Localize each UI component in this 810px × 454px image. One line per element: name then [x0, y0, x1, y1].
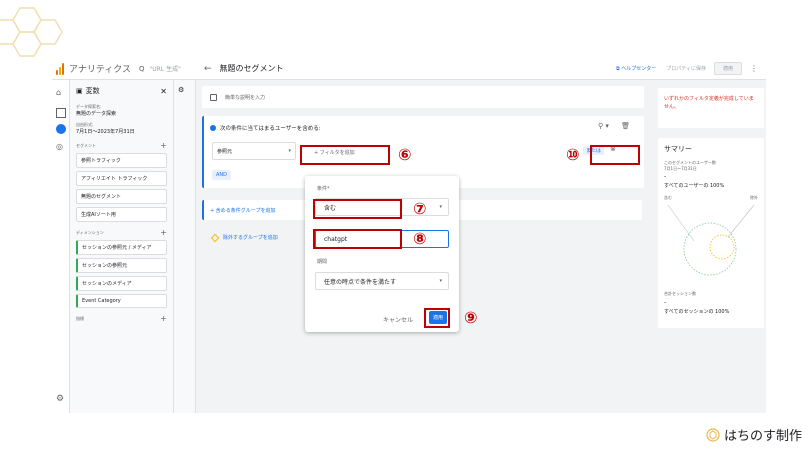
page: アナリティクス Q "URL 生成" ⌂ ◎ ⚙ ▣ 変数 ✕ データ探索名: …: [0, 0, 810, 454]
annotation-box-add-filter: [300, 145, 390, 165]
description-icon: [210, 93, 217, 101]
exclude-group-button[interactable]: 除外するグループを追加: [210, 233, 278, 242]
data-source-value[interactable]: 無題のデータ探索: [76, 110, 167, 117]
app-header: アナリティクス Q "URL 生成": [52, 58, 202, 80]
tab-settings-icon[interactable]: ⚙: [178, 86, 184, 94]
chevron-down-icon: ▾: [439, 278, 442, 284]
summary-title: サマリー: [664, 145, 692, 153]
dimension-chip[interactable]: Event Category: [76, 294, 167, 308]
period-label: 期間: [317, 259, 328, 265]
reports-icon[interactable]: [56, 108, 66, 118]
footer-brand: はちのす制作: [706, 425, 802, 444]
dimension-chip[interactable]: セッションの参照元: [76, 258, 167, 273]
annotation-number-6: ⑥: [398, 145, 412, 164]
annotation-box-or: [590, 145, 640, 165]
condition-dot-icon: [210, 125, 216, 131]
search-icon[interactable]: Q: [139, 65, 145, 73]
segment-editor: ← 無題のセグメント ⧉ ヘルプセンター プロパティに保存 適用 ⋮ 簡単な説明…: [196, 58, 766, 413]
add-dimension-button[interactable]: +: [160, 228, 167, 237]
dimensions-label: ディメンション: [76, 229, 104, 235]
venn-pointer-left: [667, 205, 695, 242]
segment-chip[interactable]: アフィリエイト トラフィック: [76, 171, 167, 186]
dimension-chip[interactable]: セッションの参照元 / メディア: [76, 240, 167, 255]
honeycomb-icon: [0, 7, 63, 57]
honeycomb-logo-icon: [706, 427, 720, 442]
summary-card: サマリー このセグメントのユーザー数 7月1日〜7月31日 - すべてのユーザー…: [658, 138, 764, 328]
description-card: 簡単な説明を入力: [202, 86, 644, 108]
screenshot-frame: アナリティクス Q "URL 生成" ⌂ ◎ ⚙ ▣ 変数 ✕ データ探索名: …: [52, 58, 766, 413]
description-input[interactable]: 簡単な説明を入力: [225, 94, 265, 101]
explore-icon[interactable]: [56, 124, 66, 134]
cancel-button[interactable]: キャンセル: [383, 315, 413, 324]
dimension-field-label: 参照元: [217, 148, 233, 155]
condition-title: 次の条件に当てはまるユーザーを含める:: [220, 126, 321, 132]
venn-include-circle: [683, 222, 737, 276]
condition-label: 条件*: [317, 186, 330, 192]
variables-header: ▣ 変数 ✕: [76, 86, 167, 96]
exclude-icon: [210, 233, 220, 242]
back-arrow-icon[interactable]: ←: [204, 64, 212, 74]
footer-brand-text: はちのす制作: [723, 429, 802, 444]
annotation-number-10: ⑩: [566, 145, 580, 164]
editor-header: ← 無題のセグメント ⧉ ヘルプセンター プロパティに保存 適用 ⋮: [196, 58, 766, 80]
gear-icon[interactable]: ⚙: [56, 394, 66, 404]
segments-label: セグメント: [76, 142, 96, 148]
help-center-link[interactable]: ⧉ ヘルプセンター: [616, 65, 656, 72]
advertising-icon[interactable]: ◎: [56, 142, 66, 152]
venn-pointer-right: [727, 204, 755, 238]
sessions-label: 合計セッション数: [664, 291, 696, 297]
segments-section-header: セグメント +: [76, 141, 167, 150]
period-select[interactable]: 任意の時点で条件を満たす ▾: [315, 272, 449, 290]
dimensions-section-header: ディメンション +: [76, 228, 167, 237]
warning-card: いずれかのフィルタ定義が完成していません。: [658, 88, 764, 128]
left-nav-rail: ⌂ ◎ ⚙: [52, 80, 70, 413]
venn-exclude-circle: [709, 234, 735, 260]
analytics-logo-icon: [56, 62, 64, 75]
add-metric-button[interactable]: +: [160, 314, 167, 323]
annotation-number-7: ⑦: [413, 199, 427, 218]
and-button[interactable]: AND: [212, 170, 232, 180]
segment-title[interactable]: 無題のセグメント: [220, 63, 284, 74]
annotation-box-apply: [424, 308, 450, 328]
sessions-value: -: [664, 298, 667, 306]
dimension-chip[interactable]: セッションのメディア: [76, 276, 167, 291]
close-icon[interactable]: ✕: [160, 87, 167, 96]
chevron-down-icon: ▾: [288, 148, 291, 154]
venn-diagram: [667, 204, 755, 276]
user-scope-icon[interactable]: ⚲ ▾: [598, 122, 609, 130]
save-to-property-button[interactable]: プロパティに保存: [666, 65, 706, 72]
all-users-pct: すべてのユーザーの 100%: [664, 183, 725, 190]
metrics-label: 指標: [76, 315, 84, 321]
more-options-icon[interactable]: ⋮: [750, 64, 758, 73]
tab-settings-column: ⚙: [174, 80, 196, 413]
condition-group-header: 次の条件に当てはまるユーザーを含める:: [210, 124, 321, 132]
metrics-section-header: 指標 +: [76, 314, 167, 323]
period-value: 任意の時点で条件を満たす: [324, 278, 397, 286]
users-date: 7月1日〜7月31日: [664, 165, 697, 171]
variables-icon: ▣: [76, 87, 83, 95]
variables-title: 変数: [85, 87, 100, 95]
apply-segment-button[interactable]: 適用: [713, 62, 742, 75]
annotation-box-value: [313, 229, 402, 249]
help-center-label: ヘルプセンター: [621, 66, 657, 72]
segment-chip[interactable]: 無題のセグメント: [76, 189, 167, 204]
variables-panel: ▣ 変数 ✕ データ探索名: 無題のデータ探索 自由形式: 7月1日〜2023年…: [70, 80, 174, 413]
segment-chip[interactable]: 参照トラフィック: [76, 153, 167, 168]
annotation-number-9: ⑨: [464, 308, 478, 327]
date-range-value[interactable]: 7月1日〜2023年7月31日: [76, 128, 167, 135]
annotation-number-8: ⑧: [413, 229, 427, 248]
exclude-group-label: 除外するグループを追加: [223, 235, 278, 241]
app-brand: アナリティクス: [69, 65, 132, 75]
segment-chip[interactable]: 生成AIソート用: [76, 207, 167, 222]
top-search-text[interactable]: "URL 生成": [150, 64, 181, 73]
delete-icon[interactable]: 🗑: [621, 122, 630, 130]
users-value: -: [664, 173, 667, 181]
add-segment-button[interactable]: +: [160, 141, 167, 150]
annotation-box-condition: [313, 199, 402, 219]
dimension-field[interactable]: 参照元 ▾: [212, 142, 296, 160]
home-icon[interactable]: ⌂: [56, 88, 66, 98]
chevron-down-icon: ▾: [439, 204, 442, 210]
condition-group-actions: ⚲ ▾ 🗑: [598, 122, 630, 130]
all-sessions-pct: すべてのセッションの 100%: [664, 308, 730, 315]
